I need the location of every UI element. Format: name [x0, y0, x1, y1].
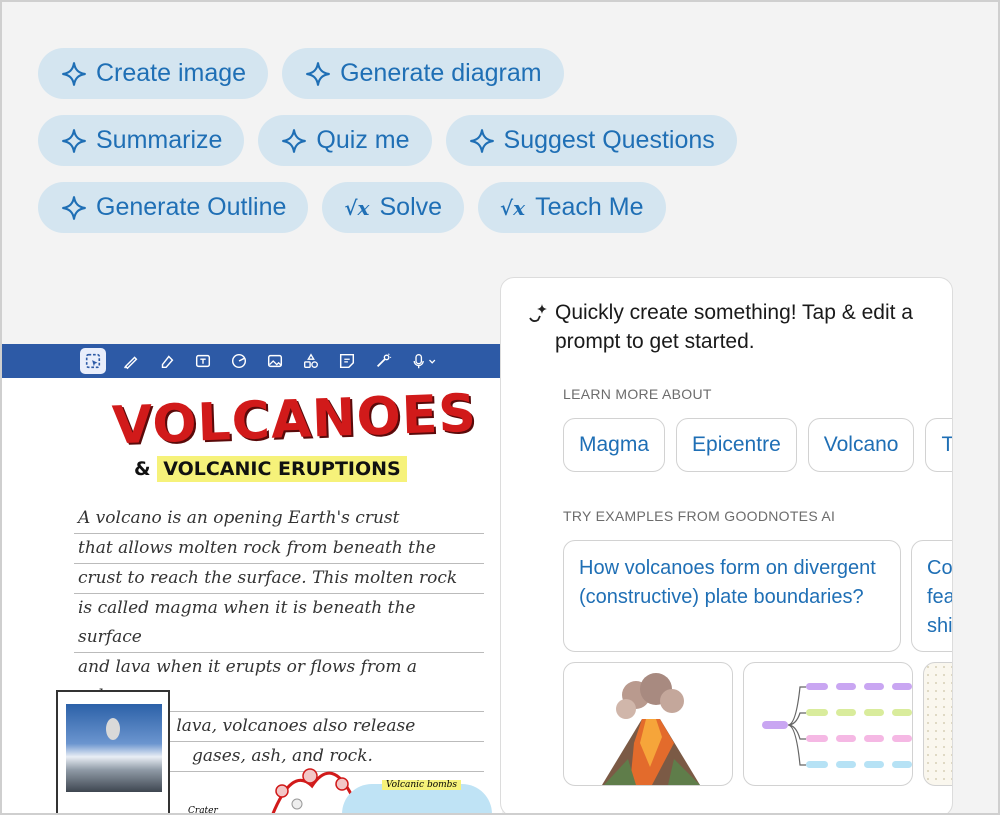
summarize-chip[interactable]: Summarize	[38, 115, 245, 166]
sparkle-icon	[60, 60, 88, 88]
intro-text: Quickly create something! Tap & edit a p…	[555, 301, 913, 353]
note-line: is called magma when it is beneath the s…	[74, 594, 484, 653]
note-line: that allows molten rock from beneath the	[74, 534, 484, 564]
generate-outline-chip[interactable]: Generate Outline	[38, 182, 309, 233]
image-icon[interactable]	[264, 350, 286, 372]
chip-label: Create image	[96, 59, 247, 87]
panel-intro: Quickly create something! Tap & edit a p…	[527, 298, 937, 356]
ai-sparkle-icon	[527, 302, 555, 356]
volcanic-bombs-label: Volcanic bombs	[382, 780, 462, 790]
lasso-select-icon[interactable]	[80, 348, 106, 374]
solve-chip[interactable]: √x Solve	[322, 182, 465, 233]
topic-chips: Magma Epicentre Volcano T	[563, 418, 952, 472]
examples-label: TRY EXAMPLES FROM GOODNOTES AI	[563, 508, 836, 524]
chip-label: Solve	[379, 193, 443, 221]
example-thumbnails	[563, 662, 952, 786]
notes-document: VOLCANOES & VOLCANIC ERUPTIONS A volcano…	[2, 344, 502, 815]
topic-volcano[interactable]: Volcano	[807, 418, 915, 472]
volcano-photo	[56, 690, 170, 815]
note-line: A volcano is an opening Earth's crust	[74, 504, 484, 534]
generate-diagram-chip[interactable]: Generate diagram	[282, 48, 564, 99]
crater-label: Crater	[188, 806, 218, 815]
mind-map-illustration	[762, 683, 912, 768]
prompt-chips: Create image Generate diagram Summarize …	[38, 48, 798, 249]
note-subheading: & VOLCANIC ERUPTIONS	[134, 456, 407, 482]
record-audio-icon[interactable]	[408, 350, 442, 372]
topic-magma[interactable]: Magma	[563, 418, 666, 472]
sqrt-x-icon: √x	[344, 195, 370, 220]
example-card[interactable]: How volcanoes form on divergent (constru…	[563, 540, 901, 652]
sticky-note-icon[interactable]	[336, 350, 358, 372]
note-line: crust to reach the surface. This molten …	[74, 564, 484, 594]
chip-label: Suggest Questions	[503, 126, 715, 154]
chip-label: Summarize	[96, 126, 223, 154]
text-box-icon[interactable]	[192, 350, 214, 372]
sparkle-icon	[468, 127, 496, 155]
chip-row-3: Generate Outline √x Solve √x Teach Me	[38, 182, 798, 233]
chip-label: Teach Me	[535, 193, 644, 221]
shapes-icon[interactable]	[228, 350, 250, 372]
pen-icon[interactable]	[120, 350, 142, 372]
chip-label: Generate diagram	[340, 59, 542, 87]
chip-row-1: Create image Generate diagram	[38, 48, 798, 99]
sparkle-icon	[280, 127, 308, 155]
notes-toolbar	[2, 344, 502, 378]
example-cards: How volcanoes form on divergent (constru…	[563, 540, 952, 652]
example-card[interactable]: Co fea shi	[911, 540, 952, 652]
chip-label: Generate Outline	[96, 193, 287, 221]
topic-partial[interactable]: T	[925, 418, 952, 472]
laser-pointer-icon[interactable]	[372, 350, 394, 372]
subheading-text: VOLCANIC ERUPTIONS	[157, 456, 407, 482]
ai-prompt-panel: Quickly create something! Tap & edit a p…	[500, 277, 953, 815]
chip-label: Quiz me	[316, 126, 410, 154]
note-heading: VOLCANOES	[111, 383, 478, 457]
volcano-illustration-thumb[interactable]	[563, 662, 733, 786]
mind-map-thumb[interactable]	[743, 662, 913, 786]
sparkle-icon	[60, 127, 88, 155]
topic-epicentre[interactable]: Epicentre	[676, 418, 797, 472]
chip-row-2: Summarize Quiz me Suggest Questions	[38, 115, 798, 166]
sqrt-x-icon: √x	[500, 195, 526, 220]
quiz-me-chip[interactable]: Quiz me	[258, 115, 432, 166]
teach-me-chip[interactable]: √x Teach Me	[478, 182, 666, 233]
sparkle-icon	[304, 60, 332, 88]
eraser-icon[interactable]	[156, 350, 178, 372]
dotted-paper-thumb[interactable]	[923, 662, 952, 786]
suggest-questions-chip[interactable]: Suggest Questions	[445, 115, 737, 166]
volcano-illustration	[602, 673, 700, 785]
learn-more-label: LEARN MORE ABOUT	[563, 386, 712, 402]
sparkle-icon	[60, 194, 88, 222]
elements-icon[interactable]	[300, 350, 322, 372]
create-image-chip[interactable]: Create image	[38, 48, 269, 99]
ampersand: &	[134, 458, 151, 480]
ash-plume	[106, 718, 120, 740]
